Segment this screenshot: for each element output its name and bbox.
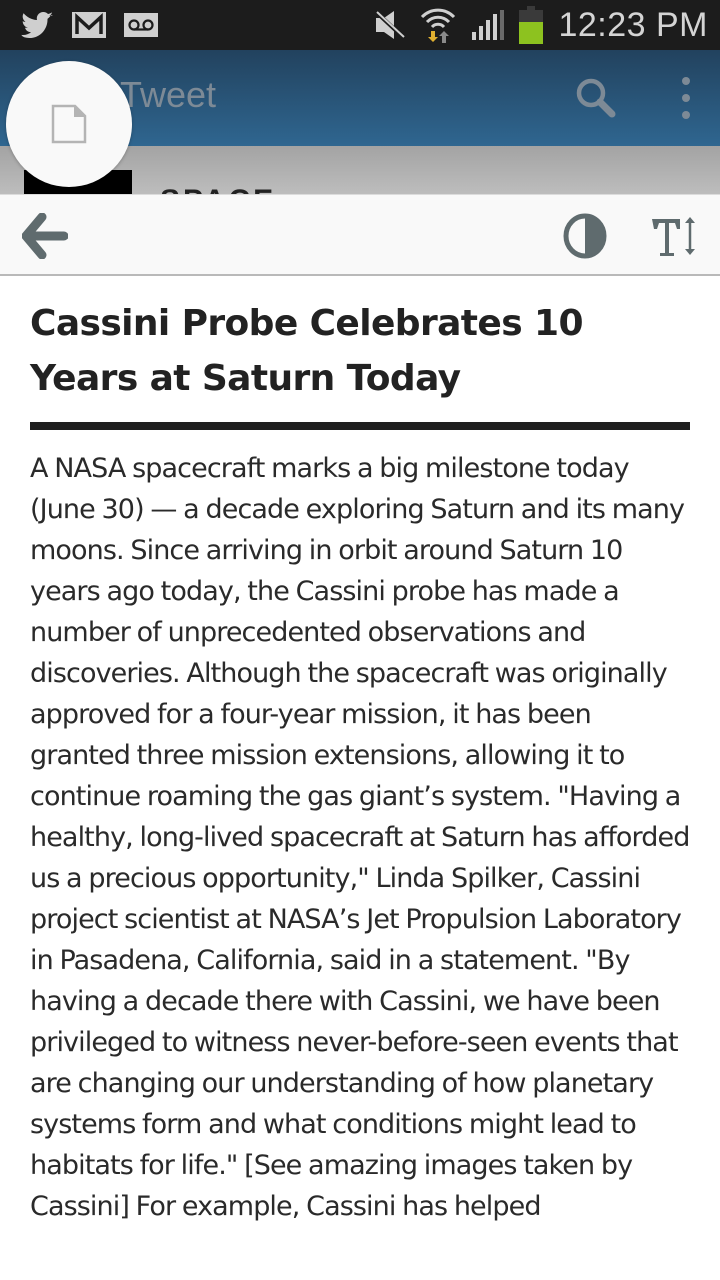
- text-size-icon: [652, 217, 695, 256]
- text-size-button[interactable]: [640, 207, 706, 265]
- back-button[interactable]: [14, 207, 76, 265]
- notification-icons: [20, 12, 176, 38]
- reader-toolbar: [0, 194, 720, 276]
- background-section-label: SPACE: [160, 184, 276, 194]
- mute-icon: [375, 10, 406, 40]
- search-icon[interactable]: [574, 76, 618, 120]
- battery-icon: [519, 6, 544, 44]
- contrast-button[interactable]: [552, 207, 618, 265]
- article-title: Cassini Probe Celebrates 10 Years at Sat…: [30, 303, 584, 399]
- system-icons: 12:23 PM: [360, 6, 708, 45]
- back-arrow-icon: [22, 213, 68, 259]
- document-icon: [51, 104, 87, 144]
- clock: 12:23 PM: [558, 5, 708, 44]
- contrast-icon: [563, 213, 607, 259]
- signal-icon: [472, 10, 505, 40]
- article: Cassini Probe Celebrates 10 Years at Sat…: [30, 276, 692, 1227]
- app-title: Tweet: [120, 74, 217, 115]
- article-body: A NASA spacecraft marks a big milestone …: [30, 453, 690, 1222]
- status-bar: 12:23 PM: [0, 0, 720, 50]
- overflow-menu-icon[interactable]: [674, 76, 698, 122]
- reader-mode-button[interactable]: [6, 61, 132, 187]
- gmail-icon: [72, 12, 106, 38]
- wifi-icon: [421, 8, 456, 43]
- twitter-icon: [21, 12, 53, 38]
- voicemail-icon: [124, 13, 158, 37]
- title-divider: [30, 422, 690, 430]
